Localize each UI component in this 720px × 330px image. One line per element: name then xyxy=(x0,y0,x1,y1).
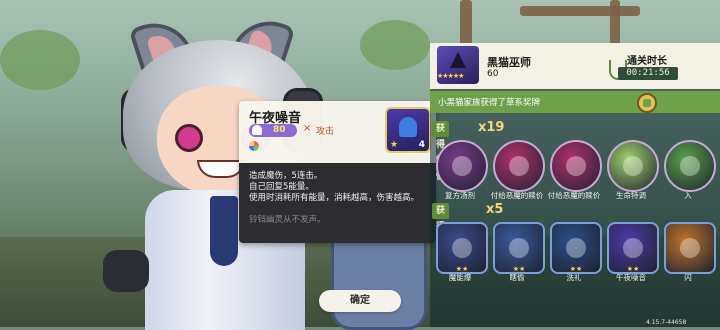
player-name: 黑猫巫师 xyxy=(487,56,531,69)
description-line: 造成魔伤，5连击。 xyxy=(249,171,323,181)
confirm-button[interactable]: 确定 xyxy=(319,290,401,312)
partial-trait-icon[interactable] xyxy=(664,140,716,192)
eye xyxy=(175,124,203,152)
description-line: 自己回复5能量。 xyxy=(249,182,314,192)
mouth xyxy=(197,160,245,178)
version-text: 4.15.7-44658 xyxy=(646,319,687,326)
clear-time-label: 通关时长 xyxy=(627,56,667,67)
skill-name: 瞎偷 xyxy=(509,273,525,282)
trait-name: 付给恶魔的赎价 xyxy=(490,191,544,200)
traits-count: x19 xyxy=(478,120,505,135)
gloved-fist xyxy=(103,250,149,292)
rank-stars: ★★★★★ xyxy=(437,72,464,80)
skills-count: x5 xyxy=(486,202,504,217)
energy-cost-badge: 80 xyxy=(249,124,297,137)
grass-emblem-icon xyxy=(643,99,651,107)
demon-ransom-icon[interactable] xyxy=(493,140,545,192)
life-drink-icon[interactable] xyxy=(607,140,659,192)
foliage xyxy=(0,30,80,90)
icon-glyph xyxy=(566,238,586,258)
icon-glyph xyxy=(680,238,700,258)
trait-name: 付给恶魔的赎价 xyxy=(547,191,601,200)
witch-hat-icon xyxy=(450,52,466,68)
skill-name: 午夜噪音 xyxy=(616,273,646,282)
partial-skill-icon[interactable] xyxy=(664,222,716,274)
skill-level: 4 xyxy=(418,140,425,150)
skill-name: 闪 xyxy=(684,273,692,282)
icon-glyph xyxy=(509,238,529,258)
potion-trait-icon[interactable] xyxy=(436,140,488,192)
baptism-icon[interactable]: ★★ xyxy=(550,222,602,274)
medal-icon[interactable] xyxy=(637,93,657,113)
icon-glyph xyxy=(509,156,529,176)
icon-glyph xyxy=(452,156,472,176)
magic-burst-icon[interactable]: ★★ xyxy=(436,222,488,274)
midnight-noise-icon: ★ 4 xyxy=(385,107,431,153)
element-gems-icon xyxy=(249,141,259,151)
ghost-icon xyxy=(252,125,262,135)
player-level: 60 xyxy=(487,69,499,79)
icon-glyph xyxy=(452,238,472,258)
icon-glyph xyxy=(566,156,586,176)
demon-ransom-icon[interactable] xyxy=(550,140,602,192)
icon-glyph xyxy=(623,238,643,258)
skill-name: 魔能爆 xyxy=(448,273,472,282)
midnight-noise-icon[interactable]: ★★ xyxy=(607,222,659,274)
star-icon: ★ xyxy=(390,140,399,150)
icon-glyph xyxy=(623,156,643,176)
skills-label: 获得技能 xyxy=(432,203,450,264)
traits-label: 获得特性 xyxy=(432,121,450,182)
trait-name: 入 xyxy=(684,191,692,200)
description-line: 使用时消耗所有能量，消耗越高，伤害越高。 xyxy=(249,193,420,203)
energy-cost: 80 xyxy=(273,125,286,135)
skill-description-box: 造成魔伤，5连击。 自己回复5能量。 使用时消耗所有能量，消耗越高，伤害越高。 … xyxy=(239,163,436,243)
skill-tooltip: 午夜噪音 80 × 攻击 ★ 4 造成魔伤，5连击。 自己回复5能量。 使用时消… xyxy=(239,101,436,243)
skill-name: 洗礼 xyxy=(566,273,582,282)
flavor-text: 铃铛幽灵从不发声。 xyxy=(249,215,326,225)
necktie xyxy=(210,196,238,266)
thief-icon[interactable]: ★★ xyxy=(493,222,545,274)
trait-name: 复方汤剂 xyxy=(445,191,475,200)
clear-time-value: 00:21:56 xyxy=(618,67,678,80)
foliage xyxy=(360,20,430,70)
bell-icon xyxy=(399,117,417,137)
wooden-beam xyxy=(520,6,640,16)
icon-glyph xyxy=(680,156,700,176)
skill-type: 攻击 xyxy=(316,127,335,137)
reward-banner: 小黑猫家族获得了草系奖牌 xyxy=(430,91,720,113)
skill-description: 造成魔伤，5连击。 自己回复5能量。 使用时消耗所有能量，消耗越高，伤害越高。 xyxy=(249,171,431,204)
separator-icon: × xyxy=(303,123,312,134)
reward-text: 小黑猫家族获得了草系奖牌 xyxy=(438,98,541,108)
trait-name: 生命特调 xyxy=(616,191,646,200)
